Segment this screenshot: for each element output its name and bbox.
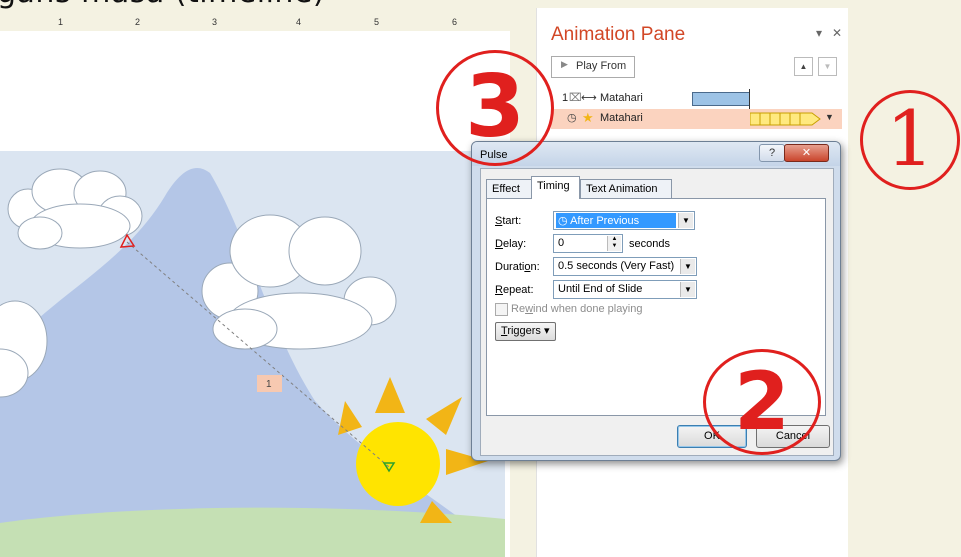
animation-pane-title: Animation Pane — [551, 24, 686, 45]
rewind-checkbox[interactable] — [495, 303, 508, 316]
timeline-bar-selected[interactable] — [750, 112, 822, 126]
callout-2: 2 — [703, 349, 821, 455]
play-from-label: Play From — [576, 60, 627, 72]
chevron-down-icon[interactable]: ▼ — [678, 213, 693, 228]
slide-caption: gans masa (timeline) — [0, 0, 325, 10]
callout-3: 3 — [436, 50, 554, 166]
delay-label: Delay: — [495, 238, 527, 250]
animation-name: Matahari — [600, 112, 643, 124]
mouse-click-icon: ⌧ — [569, 92, 582, 104]
timeline-bar[interactable] — [692, 92, 750, 106]
rewind-label: Rewind when done playing — [511, 303, 643, 315]
animation-list-item[interactable]: 1 ⌧ ⟷ Matahari — [551, 89, 842, 109]
ruler-number: 1 — [58, 17, 64, 27]
animation-order-number: 1 — [562, 92, 569, 104]
delay-input[interactable]: 0 ▲ ▼ — [553, 234, 623, 253]
chevron-down-icon[interactable]: ▼ — [680, 259, 695, 274]
star-icon: ★ — [582, 110, 594, 125]
animation-list-item-selected[interactable]: ◷ ★ Matahari ▼ — [551, 109, 842, 129]
triangle-right-icon: ▶ — [561, 59, 568, 69]
move-up-button[interactable]: ▲ — [794, 57, 813, 76]
tab-timing[interactable]: Timing — [531, 176, 580, 199]
dialog-close-button[interactable]: ✕ — [784, 144, 829, 162]
chevron-down-icon[interactable]: ▼ — [825, 112, 834, 122]
ruler-number: 4 — [296, 17, 302, 27]
move-down-button[interactable]: ▼ — [818, 57, 837, 76]
delay-unit: seconds — [629, 238, 670, 250]
callout-1: 1 — [860, 90, 960, 190]
start-select[interactable]: ◷ After Previous ▼ — [553, 211, 695, 230]
spinner-arrows-icon[interactable]: ▲ ▼ — [607, 236, 621, 251]
repeat-label: Repeat: — [495, 284, 534, 296]
motion-path-icon: ⟷ — [581, 92, 597, 104]
duration-select[interactable]: 0.5 seconds (Very Fast) ▼ — [553, 257, 697, 276]
ruler-number: 2 — [135, 17, 141, 27]
duration-label: Duration: — [495, 261, 540, 273]
animation-name: Matahari — [600, 92, 643, 104]
repeat-select[interactable]: Until End of Slide ▼ — [553, 280, 697, 299]
play-from-button[interactable]: ▶ Play From — [551, 56, 635, 78]
sun-shape — [356, 422, 440, 506]
pane-menu-icon[interactable]: ▾ — [816, 26, 822, 40]
help-button[interactable]: ? — [759, 144, 785, 162]
ruler-number: 6 — [452, 17, 458, 27]
slide-artwork: 1 — [0, 167, 505, 557]
double-chevron-down-icon: ▾ — [544, 325, 550, 337]
repeat-value: Until End of Slide — [558, 283, 643, 295]
triggers-button[interactable]: Triggers ▾ — [495, 322, 556, 341]
horizontal-ruler: 1 2 3 4 5 6 — [0, 17, 505, 31]
close-icon[interactable]: ✕ — [832, 26, 842, 40]
clock-icon: ◷ — [567, 112, 577, 124]
animation-tag[interactable]: 1 — [266, 379, 272, 390]
start-value: ◷ After Previous — [556, 213, 676, 228]
start-label: Start: — [495, 215, 522, 227]
ruler-number: 5 — [374, 17, 380, 27]
timeline-marker — [749, 89, 750, 109]
duration-value: 0.5 seconds (Very Fast) — [558, 260, 675, 272]
cloud-left — [7, 168, 143, 250]
slide-canvas[interactable]: 1 — [0, 151, 505, 557]
tab-effect[interactable]: Effect — [486, 179, 532, 198]
delay-value: 0 — [558, 237, 565, 249]
ruler-number: 3 — [212, 17, 218, 27]
clock-icon: ◷ — [558, 215, 571, 227]
tab-text-animation[interactable]: Text Animation — [580, 179, 672, 198]
chevron-down-icon[interactable]: ▼ — [680, 282, 695, 297]
